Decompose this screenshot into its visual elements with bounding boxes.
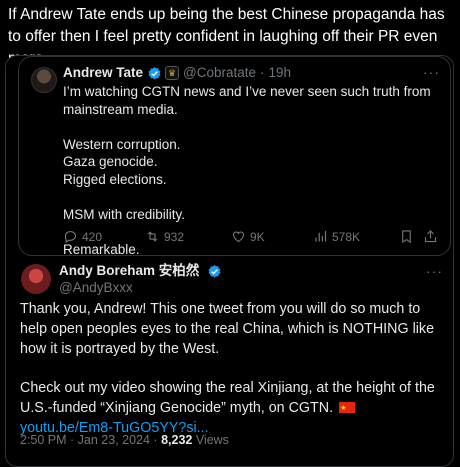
author-handle[interactable]: @AndyBxxx [59,279,225,296]
views-count: 578K [332,229,361,244]
retweet-icon [147,231,158,242]
affiliate-badge-icon: ♛ [165,66,180,80]
quoted-tweet[interactable]: Andrew Tate ♛ @Cobratate · 19h ··· I’m w… [18,56,451,257]
bookmark-icon [402,230,411,244]
main-tweet-text: Thank you, Andrew! This one tweet from y… [20,300,445,439]
tweet-card: Andrew Tate ♛ @Cobratate · 19h ··· I’m w… [5,55,454,467]
tweet-meta: 2:50 PM · Jan 23, 2024 · 8,232 Views [20,433,229,447]
china-flag-icon [339,399,356,419]
author-name[interactable]: Andy Boreham 安柏然 [59,263,199,278]
more-options-icon[interactable]: ··· [426,263,443,279]
share-button[interactable] [423,229,438,244]
views-label: Views [192,433,229,447]
tweet-time[interactable]: 19h [269,64,292,82]
avatar[interactable] [31,67,57,93]
reply-count: 420 [82,229,103,244]
main-tweet-header: Andy Boreham 安柏然 @AndyBxxx [59,262,225,296]
more-options-icon[interactable]: ··· [423,64,440,80]
separator: · [260,65,265,80]
verified-badge-icon [208,264,221,278]
quoted-tweet-header: Andrew Tate ♛ @Cobratate · 19h [63,64,291,82]
avatar[interactable] [21,264,51,294]
retweet-count: 932 [164,229,185,244]
heart-icon [232,231,245,243]
author-name[interactable]: Andrew Tate [63,64,143,82]
like-count: 9K [250,229,265,244]
author-handle[interactable]: @Cobratate [183,64,256,82]
views-count: 8,232 [161,433,193,447]
tweet-body: Thank you, Andrew! This one tweet from y… [20,301,435,416]
tweet-timestamp[interactable]: 2:50 PM · Jan 23, 2024 · [20,433,161,447]
share-icon [424,230,437,243]
reply-icon [64,230,77,244]
bookmark-button[interactable] [399,229,414,244]
views-chart-icon [315,230,327,242]
like-button[interactable]: 9K [231,229,265,244]
verified-badge-icon [148,66,161,79]
reply-button[interactable]: 420 [63,229,102,244]
retweet-button[interactable]: 932 [145,229,184,244]
views-button[interactable]: 578K [313,229,360,244]
quoted-tweet-actions: 420 932 9K 578K [63,229,447,249]
